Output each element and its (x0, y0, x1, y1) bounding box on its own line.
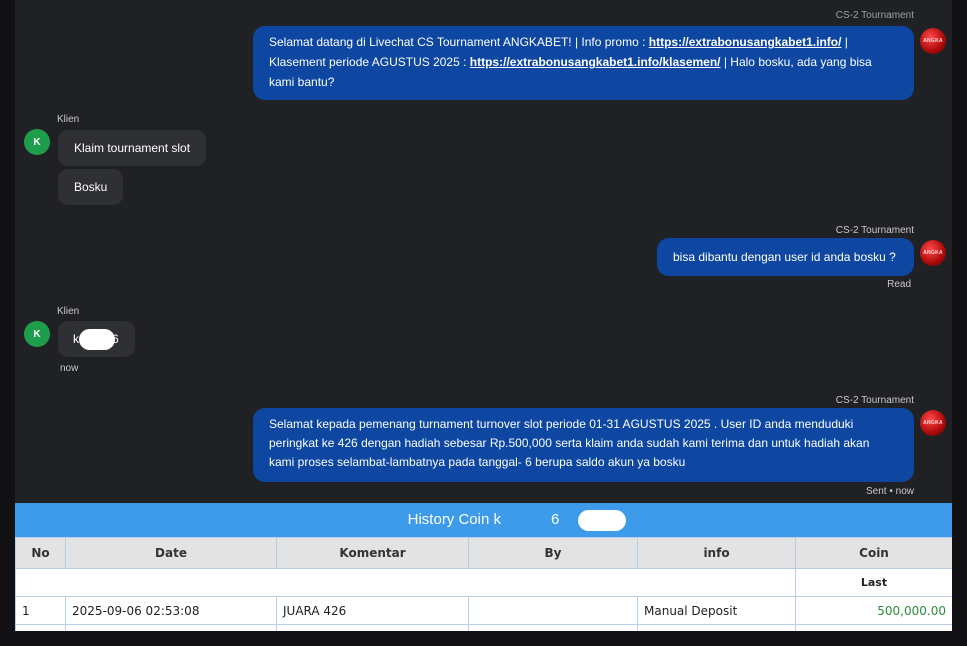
cell-no: 1 (15, 596, 66, 625)
column-header-no[interactable]: No (15, 537, 66, 569)
agent-avatar-logo: ANGKA (923, 250, 943, 256)
message-time: now (60, 363, 79, 374)
client-avatar-letter: K (33, 328, 41, 340)
agent-message: bisa dibantu dengan user id anda bosku ? (657, 238, 914, 276)
agent-avatar-logo: ANGKA (923, 420, 943, 426)
cell-coin: 500,000.00 (795, 596, 952, 625)
cell-info: Manual Deposit (637, 596, 796, 625)
chat-panel: CS-2 Tournament Selamat datang di Livech… (15, 0, 952, 503)
agent-name-label: CS-2 Tournament (835, 225, 914, 236)
agent-avatar: ANGKA (920, 410, 946, 436)
client-message: Bosku (58, 169, 124, 205)
agent-avatar: ANGKA (920, 240, 946, 266)
table-row (15, 624, 952, 631)
client-avatar: K (24, 129, 50, 155)
client-avatar-letter: K (33, 136, 41, 148)
agent-avatar: ANGKA (920, 28, 946, 54)
column-header-komentar[interactable]: Komentar (276, 537, 469, 569)
last-row: Last (15, 568, 952, 597)
sent-status: Sent • now (866, 486, 914, 497)
redaction-mark (79, 329, 115, 350)
last-row-spacer (15, 568, 796, 597)
agent-message-winner: Selamat kepada pemenang turnament turnov… (253, 408, 914, 482)
agent-name-label: CS-2 Tournament (835, 395, 914, 406)
read-status: Read (887, 279, 911, 290)
cell-date: 2025-09-06 02:53:08 (65, 596, 277, 625)
promo-link[interactable]: https://extrabonusangkabet1.info/ (649, 35, 842, 49)
column-header-coin[interactable]: Coin (795, 537, 952, 569)
cell-komentar: JUARA 426 (276, 596, 469, 625)
client-message: Klaim tournament slot (58, 130, 207, 166)
agent-message-welcome: Selamat datang di Livechat CS Tournament… (253, 26, 914, 100)
history-title-end: 6 (551, 511, 560, 528)
history-title-bar: History Coin k 6 (15, 503, 952, 537)
history-table: No Date Komentar By info Coin Last 1 202… (15, 537, 952, 631)
client-message-userid: k 6 (58, 321, 135, 357)
history-title-start: History Coin k (407, 511, 501, 528)
klasemen-link[interactable]: https://extrabonusangkabet1.info/klaseme… (470, 55, 721, 69)
table-row: 1 2025-09-06 02:53:08 JUARA 426 Manual D… (15, 596, 952, 625)
table-header-row: No Date Komentar By info Coin (15, 537, 952, 569)
agent-avatar-logo: ANGKA (923, 38, 943, 44)
column-header-date[interactable]: Date (65, 537, 277, 569)
client-label: Klien (57, 306, 80, 317)
history-coin-panel: History Coin k 6 No Date Komentar By inf… (15, 503, 952, 631)
column-header-info[interactable]: info (637, 537, 796, 569)
client-label: Klien (57, 114, 80, 125)
redaction-mark (578, 510, 626, 531)
client-avatar: K (24, 321, 50, 347)
last-label: Last (795, 568, 952, 597)
agent-name-label: CS-2 Tournament (835, 10, 914, 21)
welcome-intro-text: Selamat datang di Livechat CS Tournament… (269, 35, 649, 49)
cell-by (468, 596, 638, 625)
column-header-by[interactable]: By (468, 537, 638, 569)
